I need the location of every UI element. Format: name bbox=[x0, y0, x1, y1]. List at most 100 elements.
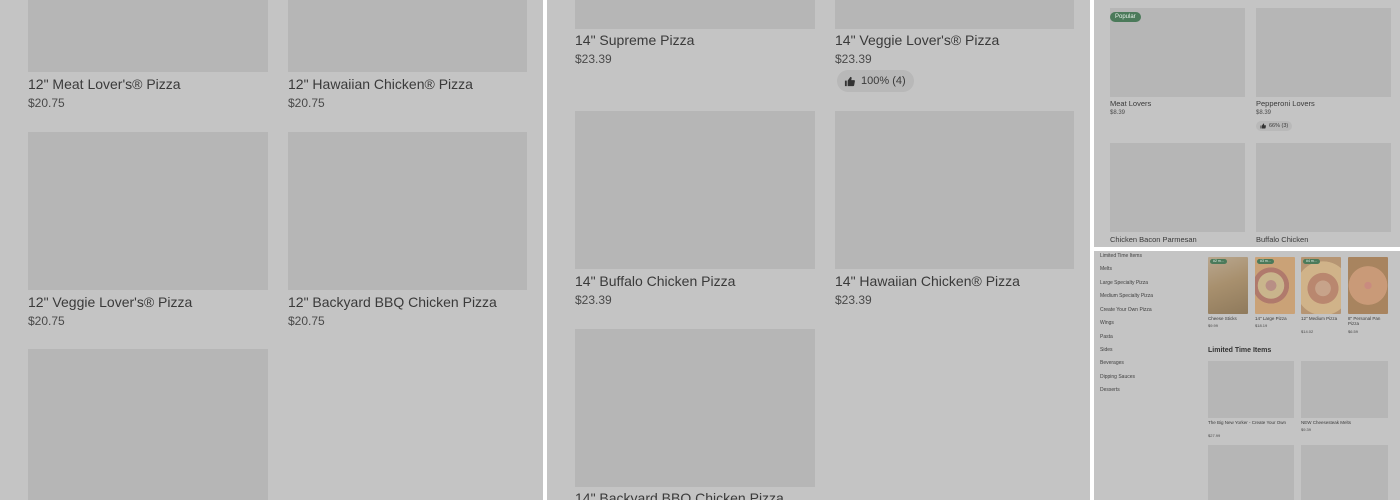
menu-item-card[interactable] bbox=[1301, 445, 1388, 500]
item-name: Buffalo Chicken bbox=[1256, 235, 1309, 244]
menu-panel-14-inch: 14" Supreme Pizza $23.39 14" Veggie Love… bbox=[547, 0, 1090, 500]
cheese-sticks-image: #2 m... bbox=[1208, 257, 1248, 314]
item-image-placeholder bbox=[288, 0, 527, 72]
rank-badge: #4 m... bbox=[1303, 259, 1320, 264]
menu-item-card[interactable]: The Big New Yorker - Create Your Own $27… bbox=[1208, 361, 1294, 441]
popular-badge: Popular bbox=[1110, 12, 1141, 22]
menu-panel-popular: Popular Meat Lovers $8.39 Pepperoni Love… bbox=[1094, 0, 1400, 247]
item-name: 14" Backyard BBQ Chicken Pizza bbox=[575, 490, 784, 500]
item-price: $20.75 bbox=[288, 96, 325, 110]
rating-pill: 66% (3) bbox=[1256, 121, 1293, 131]
item-image-placeholder bbox=[1256, 8, 1391, 97]
item-name: 14" Buffalo Chicken Pizza bbox=[575, 273, 736, 289]
item-name: NEW Cheesesteak Melts bbox=[1301, 420, 1352, 425]
item-price: $23.39 bbox=[575, 52, 612, 66]
featured-item-card[interactable]: #2 m... Cheese Sticks $9.99 bbox=[1208, 257, 1248, 337]
item-name: 12" Backyard BBQ Chicken Pizza bbox=[288, 294, 497, 310]
menu-item-card[interactable] bbox=[1208, 445, 1294, 500]
category-link[interactable]: Dipping Sauces bbox=[1100, 374, 1135, 380]
menu-panel-12-inch: 12" Meat Lover's® Pizza $20.75 12" Hawai… bbox=[0, 0, 543, 500]
item-name: Pepperoni Lovers bbox=[1256, 99, 1315, 108]
item-price: $6.59 bbox=[1348, 329, 1359, 334]
menu-item-card[interactable]: 14" Hawaiian Chicken® Pizza $23.39 bbox=[835, 111, 1074, 311]
personal-pan-pizza-image bbox=[1348, 257, 1388, 314]
item-price: $23.39 bbox=[835, 293, 872, 307]
menu-item-card[interactable]: NEW Cheesesteak Melts $9.39 bbox=[1301, 361, 1388, 441]
menu-panel-overview: Limited Time Items Melts Large Specialty… bbox=[1094, 251, 1400, 500]
item-image-placeholder bbox=[288, 132, 527, 290]
rating-text: 100% (4) bbox=[861, 75, 906, 87]
featured-item-card[interactable]: #3 m... 14" Large Pizza $18.19 bbox=[1255, 257, 1295, 337]
rank-badge: #3 m... bbox=[1257, 259, 1274, 264]
menu-item-card[interactable]: Popular Meat Lovers $8.39 bbox=[1110, 8, 1245, 123]
item-image-placeholder bbox=[28, 0, 268, 72]
item-name: Meat Lovers bbox=[1110, 99, 1152, 108]
rating-pill: 100% (4) bbox=[837, 70, 914, 92]
item-name: Cheese Sticks bbox=[1208, 316, 1237, 321]
menu-item-card[interactable]: 12" Backyard BBQ Chicken Pizza $20.75 bbox=[288, 132, 527, 332]
category-link[interactable]: Sides bbox=[1100, 347, 1113, 353]
medium-pizza-image: #4 m... bbox=[1301, 257, 1341, 314]
item-image-placeholder bbox=[1208, 445, 1294, 500]
item-name: 14" Supreme Pizza bbox=[575, 32, 695, 48]
category-link[interactable]: Create Your Own Pizza bbox=[1100, 307, 1152, 313]
category-link[interactable]: Desserts bbox=[1100, 387, 1120, 393]
menu-item-card[interactable]: Buffalo Chicken bbox=[1256, 143, 1391, 247]
item-name: 8" Personal Pan Pizza bbox=[1348, 316, 1381, 326]
item-image-placeholder bbox=[835, 111, 1074, 269]
item-price: $20.75 bbox=[28, 314, 65, 328]
item-image-placeholder bbox=[575, 329, 815, 487]
item-image-placeholder bbox=[1301, 445, 1388, 500]
item-name: 14" Hawaiian Chicken® Pizza bbox=[835, 273, 1020, 289]
item-image-placeholder bbox=[835, 0, 1074, 29]
category-link[interactable]: Limited Time Items bbox=[1100, 253, 1142, 259]
item-image-placeholder bbox=[1301, 361, 1388, 418]
menu-item-card[interactable]: Chicken Bacon Parmesan bbox=[1110, 143, 1245, 247]
menu-item-card[interactable]: 14" Supreme Pizza $23.39 bbox=[575, 0, 815, 70]
category-link[interactable]: Melts bbox=[1100, 266, 1112, 272]
thumbs-up-icon bbox=[844, 76, 855, 86]
item-name: The Big New Yorker - Create Your Own bbox=[1208, 420, 1287, 425]
item-price: $8.39 bbox=[1256, 110, 1272, 116]
item-price: $23.39 bbox=[575, 293, 612, 307]
item-image-placeholder bbox=[575, 0, 815, 29]
rank-badge: #2 m... bbox=[1210, 259, 1227, 264]
menu-item-card[interactable]: Pepperoni Lovers $8.39 66% (3) bbox=[1256, 8, 1391, 133]
item-price: $23.39 bbox=[835, 52, 872, 66]
item-price: $8.39 bbox=[1110, 110, 1126, 116]
item-price: $9.39 bbox=[1301, 427, 1312, 432]
item-name: 12" Medium Pizza bbox=[1301, 316, 1338, 321]
category-link[interactable]: Medium Specialty Pizza bbox=[1100, 293, 1153, 299]
item-name: 14" Large Pizza bbox=[1255, 316, 1287, 321]
item-price: $27.99 bbox=[1208, 433, 1221, 438]
category-link[interactable]: Pasta bbox=[1100, 334, 1113, 340]
item-image-placeholder bbox=[1208, 361, 1294, 418]
item-price: $20.75 bbox=[28, 96, 65, 110]
thumbs-up-icon bbox=[1260, 123, 1266, 129]
menu-item-card[interactable]: 14" Buffalo Chicken Pizza $23.39 bbox=[575, 111, 815, 311]
menu-item-card[interactable]: 14" Veggie Lover's® Pizza $23.39 100% (4… bbox=[835, 0, 1074, 95]
item-price: $14.02 bbox=[1301, 329, 1314, 334]
item-name: 14" Veggie Lover's® Pizza bbox=[835, 32, 1000, 48]
category-link[interactable]: Wings bbox=[1100, 320, 1114, 326]
item-image-placeholder bbox=[575, 111, 815, 269]
section-title: Limited Time Items bbox=[1208, 347, 1272, 354]
item-image-placeholder bbox=[1110, 143, 1245, 232]
menu-item-card[interactable]: 12" Hawaiian Chicken® Pizza $20.75 bbox=[288, 0, 527, 115]
featured-item-card[interactable]: 8" Personal Pan Pizza $6.59 bbox=[1348, 257, 1388, 337]
menu-item-card[interactable]: 12" Veggie Lover's® Pizza $20.75 bbox=[28, 132, 268, 332]
item-price: $20.75 bbox=[288, 314, 325, 328]
large-pizza-image: #3 m... bbox=[1255, 257, 1295, 314]
menu-item-card[interactable]: 14" Backyard BBQ Chicken Pizza bbox=[575, 329, 815, 500]
item-name: 12" Hawaiian Chicken® Pizza bbox=[288, 76, 473, 92]
item-price: $18.19 bbox=[1255, 323, 1268, 328]
featured-item-card[interactable]: #4 m... 12" Medium Pizza $14.02 bbox=[1301, 257, 1341, 337]
item-image-placeholder bbox=[1256, 143, 1391, 232]
category-link[interactable]: Beverages bbox=[1100, 360, 1124, 366]
menu-item-card[interactable] bbox=[28, 349, 268, 500]
item-name: 12" Veggie Lover's® Pizza bbox=[28, 294, 193, 310]
item-image-placeholder bbox=[28, 349, 268, 500]
item-name: 12" Meat Lover's® Pizza bbox=[28, 76, 181, 92]
category-link[interactable]: Large Specialty Pizza bbox=[1100, 280, 1148, 286]
menu-item-card[interactable]: 12" Meat Lover's® Pizza $20.75 bbox=[28, 0, 268, 115]
